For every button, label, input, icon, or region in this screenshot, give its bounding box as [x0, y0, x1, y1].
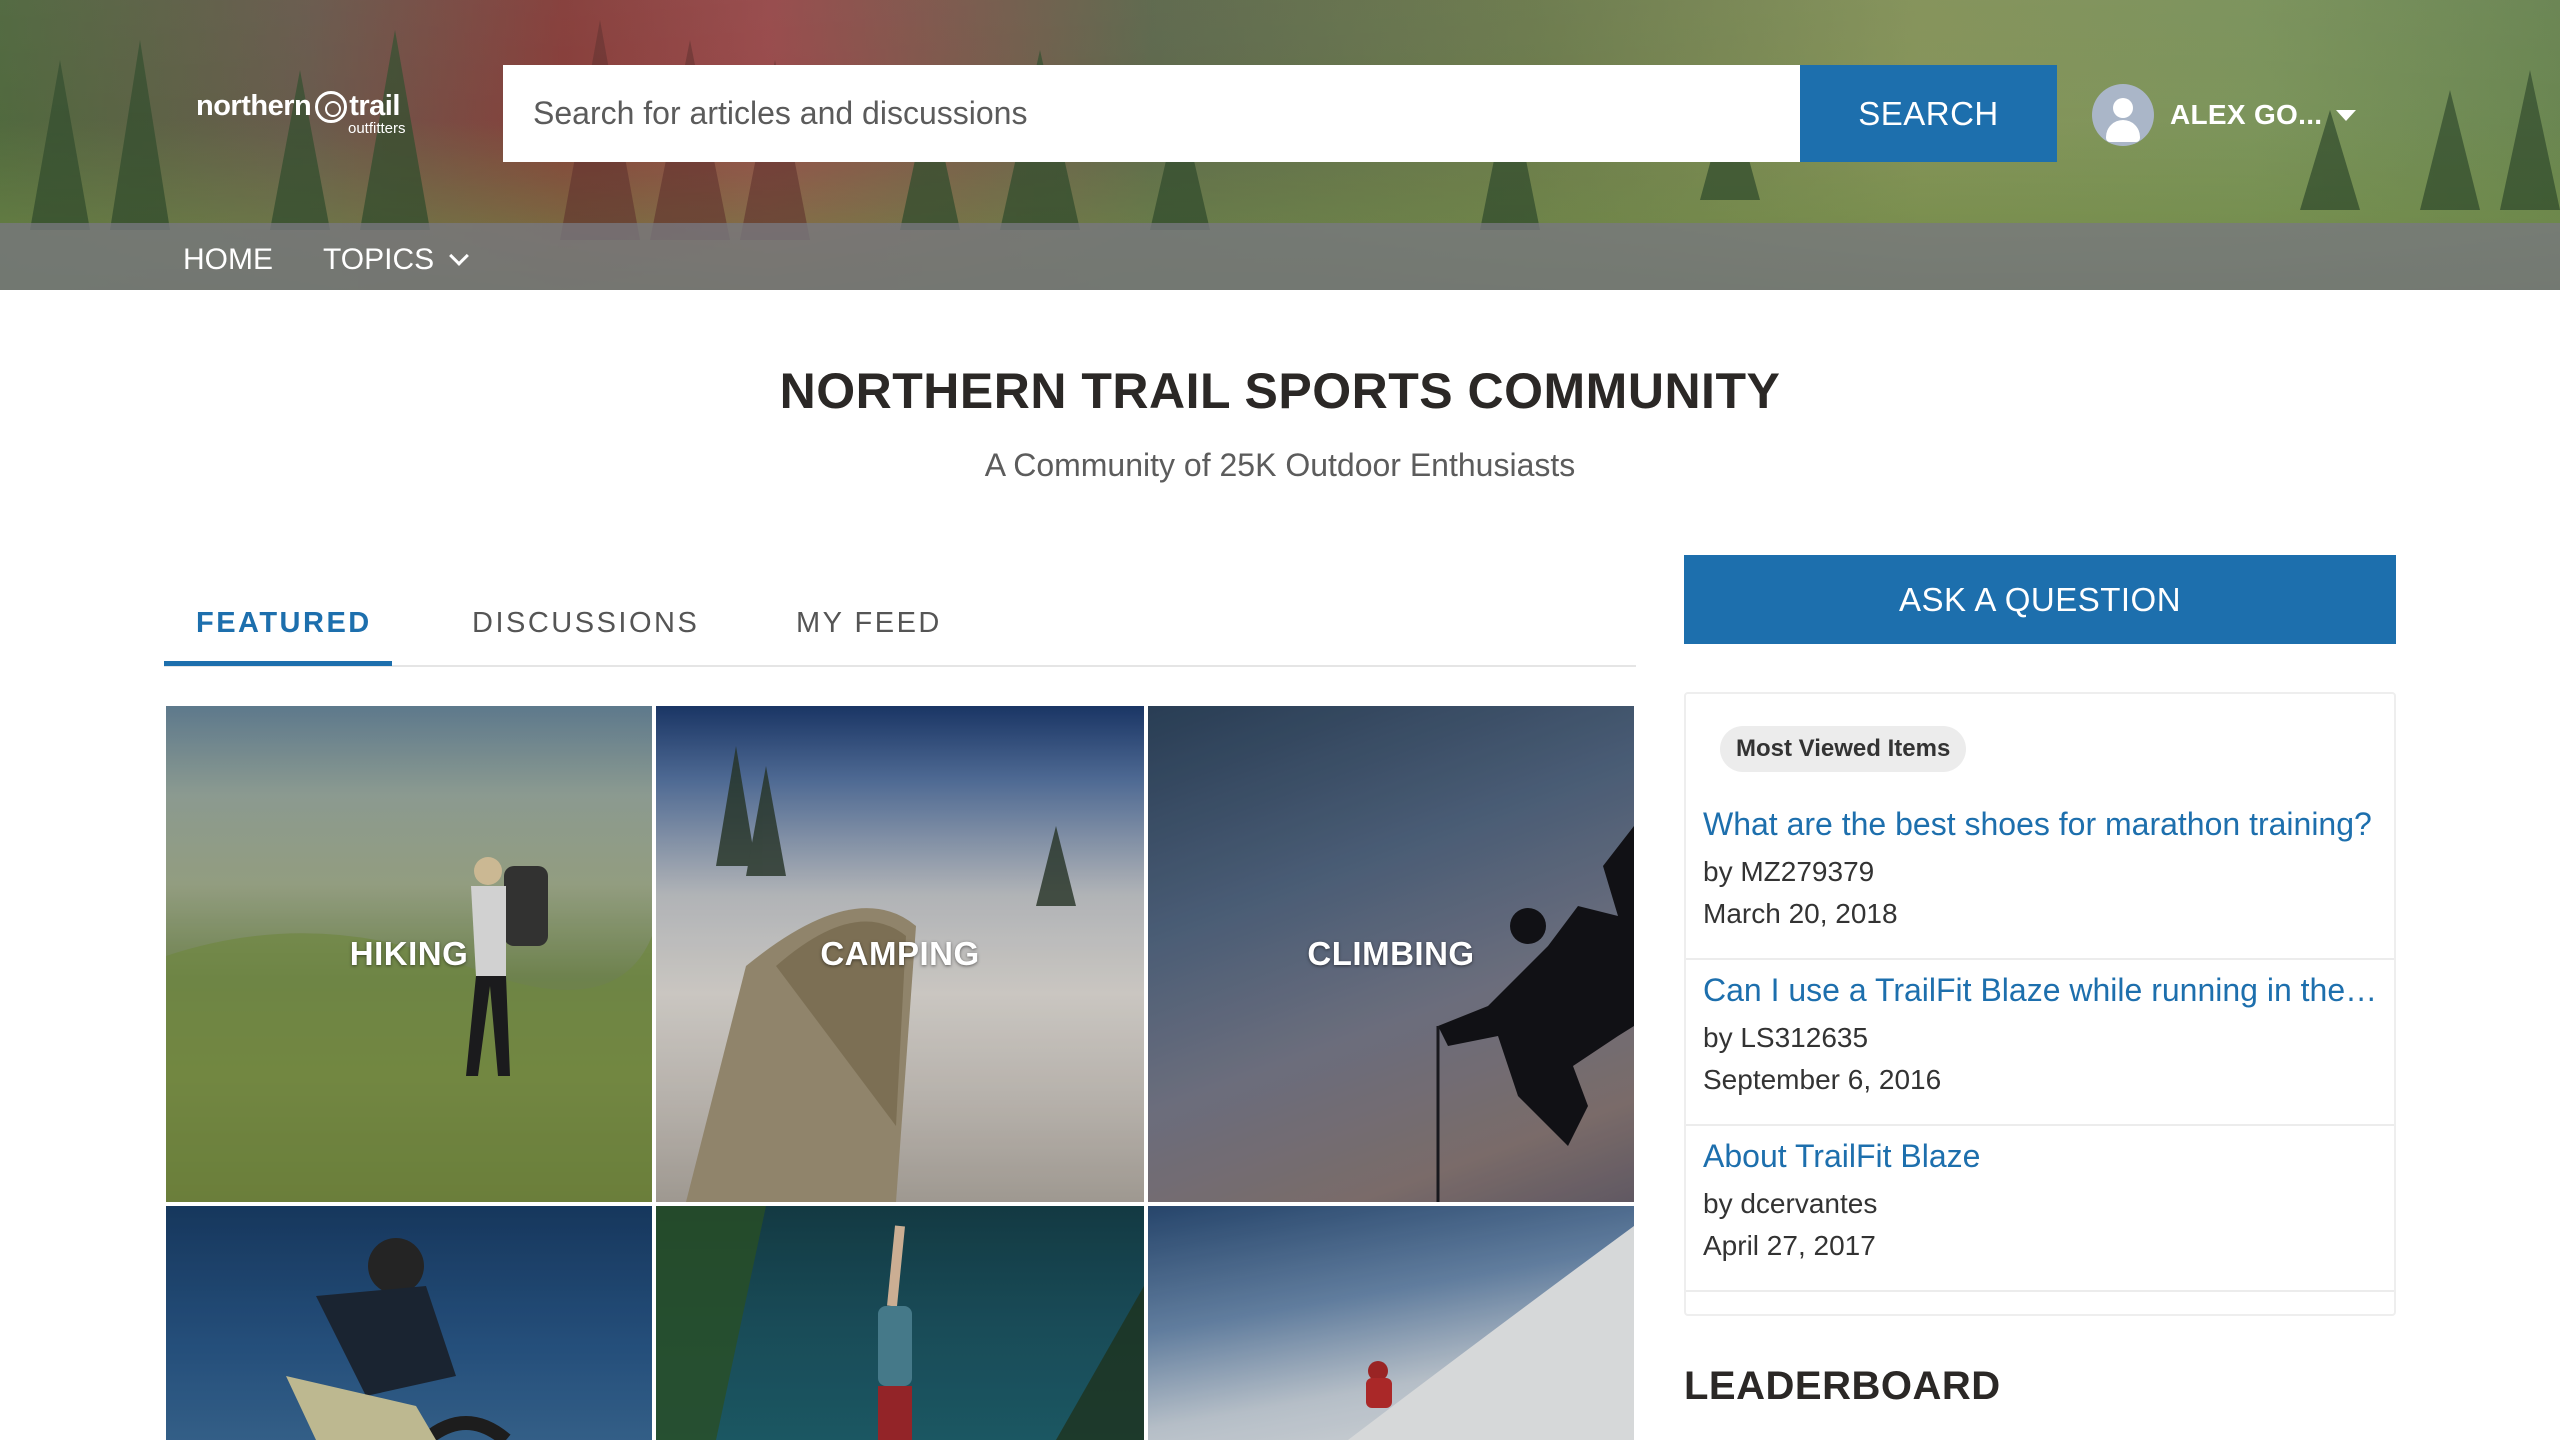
logo-subtext: outfitters: [348, 120, 406, 137]
tile-hiking[interactable]: HIKING: [166, 706, 652, 1202]
item-date: March 20, 2018: [1703, 898, 1898, 929]
tab-featured[interactable]: FEATURED: [196, 607, 372, 640]
nav-home-label: HOME: [183, 243, 273, 276]
most-viewed-card: Most Viewed Items What are the best shoe…: [1684, 692, 2396, 1316]
tile-label: CAMPING: [820, 935, 980, 972]
item-author: by LS312635: [1703, 1022, 1869, 1053]
tab-discussions[interactable]: DISCUSSIONS: [472, 607, 699, 640]
item-author: by dcervantes: [1703, 1188, 1878, 1219]
tile-skiing[interactable]: [1148, 1206, 1634, 1440]
tile-climbing[interactable]: CLIMBING: [1148, 706, 1634, 1202]
avatar-icon: [2092, 84, 2154, 146]
search-input[interactable]: [503, 65, 1800, 162]
item-link[interactable]: What are the best shoes for marathon tra…: [1703, 806, 2383, 843]
user-menu[interactable]: ALEX GO...: [2092, 84, 2357, 146]
nav-topics-label: TOPICS: [323, 243, 435, 276]
chevron-down-icon: [449, 246, 470, 266]
item-link[interactable]: About TrailFit Blaze: [1703, 1138, 2383, 1175]
tab-bar: FEATURED DISCUSSIONS MY FEED: [164, 555, 1636, 667]
tile-label: CLIMBING: [1307, 935, 1475, 972]
search-button[interactable]: SEARCH: [1800, 65, 2057, 162]
caret-down-icon: [2336, 109, 2357, 121]
tab-my-feed[interactable]: MY FEED: [796, 607, 942, 640]
logo-ring-icon: [315, 91, 348, 123]
logo-word-northern: northern: [196, 90, 312, 122]
tile-label: HIKING: [349, 935, 469, 972]
tile-shade: [1148, 1206, 1634, 1440]
active-tab-indicator: [164, 661, 392, 666]
nav-home[interactable]: HOME: [183, 243, 273, 277]
nav-topics[interactable]: TOPICS: [323, 243, 470, 277]
tile-shade: [166, 1206, 652, 1440]
item-date: September 6, 2016: [1703, 1064, 1942, 1095]
list-item: What are the best shoes for marathon tra…: [1686, 794, 2394, 960]
list-item: Can I use a TrailFit Blaze while running…: [1686, 960, 2394, 1126]
item-link[interactable]: Can I use a TrailFit Blaze while running…: [1703, 972, 2383, 1009]
item-date: April 27, 2017: [1703, 1230, 1876, 1261]
most-viewed-badge: Most Viewed Items: [1720, 726, 1967, 772]
tile-shade: [656, 1206, 1144, 1440]
page-title: NORTHERN TRAIL SPORTS COMMUNITY: [779, 363, 1781, 419]
page-subtitle: A Community of 25K Outdoor Enthusiasts: [984, 447, 1576, 483]
tile-yoga[interactable]: [656, 1206, 1144, 1440]
ask-question-button[interactable]: ASK A QUESTION: [1684, 555, 2396, 644]
leaderboard-heading: LEADERBOARD: [1684, 1364, 2001, 1408]
tile-camping[interactable]: CAMPING: [656, 706, 1144, 1202]
user-name: ALEX GO...: [2170, 99, 2323, 130]
list-item: About TrailFit Blaze by dcervantes April…: [1686, 1126, 2394, 1292]
logo[interactable]: northern trail outfitters: [196, 86, 406, 142]
item-author: by MZ279379: [1703, 856, 1875, 887]
tile-biking[interactable]: [166, 1206, 652, 1440]
